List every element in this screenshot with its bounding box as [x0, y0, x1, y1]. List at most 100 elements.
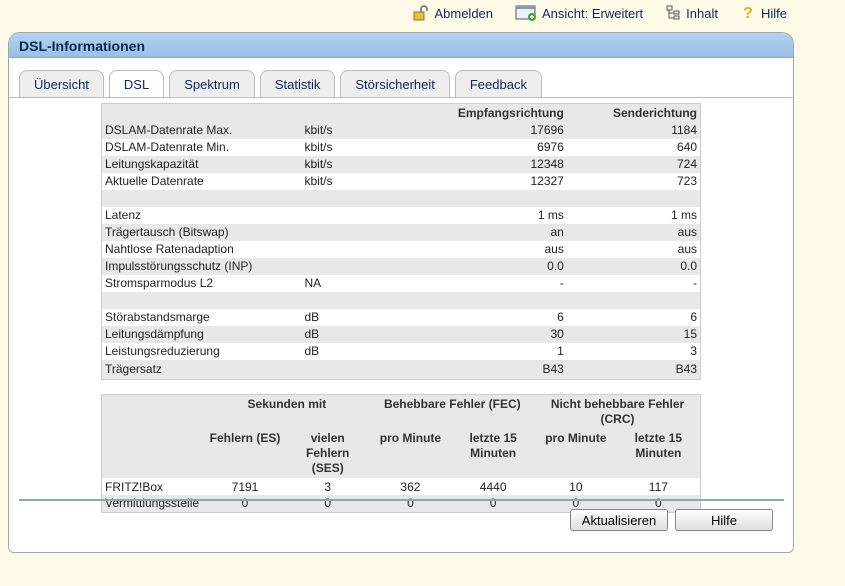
row-upstream: 1184: [671, 123, 697, 137]
row-label: [102, 292, 302, 309]
row-label: FRITZ!Box: [105, 479, 164, 494]
table-row: [101, 189, 701, 207]
tab-3[interactable]: Statistik: [259, 70, 336, 97]
row-label: Leistungsreduzierung: [105, 344, 220, 358]
row-downstream: 17696: [530, 123, 564, 137]
row-upstream: -: [693, 276, 697, 290]
top-navigation: Abmelden Ansicht: Erweitert Inhalt ? Hilf…: [413, 5, 787, 22]
tab-5[interactable]: Feedback: [454, 70, 542, 97]
row-downstream: 12327: [530, 174, 564, 188]
table-row: FRITZ!Box 7191 3 362 4440 10 117: [101, 478, 701, 495]
row-upstream: B43: [675, 362, 697, 377]
row-unit: kbit/s: [304, 140, 333, 154]
cell-value: 7191: [231, 479, 259, 494]
row-downstream: B43: [542, 362, 564, 377]
cell-value: 0: [324, 496, 332, 511]
error-stats-table: Sekunden mit Behebbare Fehler (FEC) Nicht …: [101, 394, 701, 513]
row-upstream: [567, 292, 701, 309]
table-row: Störabstandsmarge dB 6 6: [102, 309, 701, 326]
row-upstream: 724: [676, 157, 697, 171]
row-upstream: 15: [683, 327, 697, 341]
row-label: Latenz: [105, 208, 142, 222]
table-row: Impulsstörungsschutz (INP) 0.0 0.0: [101, 257, 701, 275]
row-unit: dB: [304, 344, 320, 358]
row-downstream: 30: [550, 327, 564, 341]
cell-value: 0: [407, 496, 414, 511]
table-row: DSLAM-Datenrate Min. kbit/s 6976 640: [102, 139, 701, 156]
row-label: Aktuelle Datenrate: [105, 174, 204, 188]
sitemap-icon: [665, 5, 681, 21]
row-unit: kbit/s: [304, 174, 333, 188]
cell-value: 3: [324, 479, 332, 494]
row-unit: [302, 360, 402, 380]
cell-value: 117: [648, 479, 668, 494]
table-row: Stromsparmodus L2 NA - -: [102, 275, 701, 292]
group-header-seconds: Sekunden mit: [247, 397, 327, 411]
sub-header: vielen Fehlern (SES): [306, 431, 350, 475]
view-link[interactable]: Ansicht: Erweitert: [515, 5, 643, 21]
row-label: Trägersatz: [105, 362, 162, 377]
row-unit: kbit/s: [304, 123, 333, 137]
table-row: Trägertausch (Bitswap) an aus: [101, 223, 701, 241]
row-unit: kbit/s: [304, 157, 333, 171]
row-label: Vermittlungsstelle: [105, 496, 200, 511]
row-label: Nahtlose Ratenadaption: [105, 242, 234, 256]
row-upstream: 6: [690, 310, 697, 324]
sub-header: pro Minute: [379, 431, 442, 445]
row-downstream: an: [550, 225, 564, 239]
tab-1[interactable]: DSL: [108, 70, 165, 98]
row-unit: [302, 224, 402, 241]
help-button[interactable]: Hilfe: [675, 509, 773, 531]
tab-0[interactable]: Übersicht: [19, 70, 104, 97]
group-header-crc: Nicht behebbare Fehler (CRC): [550, 397, 685, 426]
table-row: Leistungsreduzierung dB 1 3: [102, 343, 701, 360]
row-upstream: aus: [677, 242, 697, 256]
view-window-icon: [515, 5, 537, 21]
row-label: Stromsparmodus L2: [105, 276, 214, 290]
help-link[interactable]: ? Hilfe: [740, 5, 787, 22]
row-unit: dB: [304, 310, 320, 324]
row-upstream: 640: [676, 140, 697, 154]
tab-content: Empfangsrichtung Senderichtung DSLAM-Date…: [9, 97, 793, 552]
row-downstream: 6976: [537, 140, 564, 154]
help-question-icon: ?: [743, 5, 753, 22]
row-label: Trägertausch (Bitswap): [105, 225, 229, 239]
table-row: Leitungsdämpfung dB 30 15: [101, 325, 701, 343]
row-label: DSLAM-Datenrate Min.: [105, 140, 230, 154]
row-label: Leitungsdämpfung: [105, 327, 204, 341]
logout-link[interactable]: Abmelden: [413, 5, 493, 21]
row-label: Impulsstörungsschutz (INP): [105, 259, 253, 273]
group-header-fec: Behebbare Fehler (FEC): [383, 397, 521, 411]
table-row: DSLAM-Datenrate Max. kbit/s 17696 1184: [101, 121, 701, 139]
lock-icon: [413, 5, 429, 21]
tab-4[interactable]: Störsicherheit: [340, 70, 450, 97]
row-upstream: [567, 190, 701, 207]
cell-value: 0: [489, 496, 497, 511]
table-row: Trägersatz B43 B43: [101, 359, 701, 380]
row-downstream: 1 ms: [537, 208, 564, 222]
header-upstream: Senderichtung: [612, 105, 697, 120]
row-label: [102, 190, 302, 207]
cell-value: 4440: [479, 479, 507, 494]
tab-2[interactable]: Spektrum: [169, 70, 255, 97]
refresh-button[interactable]: Aktualisieren: [570, 509, 668, 531]
cell-value: 362: [400, 479, 421, 494]
row-label: DSLAM-Datenrate Max.: [105, 123, 233, 137]
table-row: Latenz 1 ms 1 ms: [102, 207, 701, 224]
sub-header: Fehlern (ES): [209, 431, 281, 445]
table-row: [101, 291, 701, 309]
row-upstream: 723: [676, 174, 697, 188]
row-label: Leitungskapazität: [105, 157, 199, 171]
row-unit: [302, 207, 402, 224]
row-upstream: 1 ms: [670, 208, 697, 222]
row-downstream: 12348: [530, 157, 564, 171]
cell-value: 0: [241, 496, 249, 511]
row-upstream: 3: [690, 344, 697, 358]
row-upstream: aus: [677, 225, 697, 239]
table-row: Nahtlose Ratenadaption aus aus: [102, 241, 701, 258]
row-unit: [302, 292, 402, 309]
table-row: Leitungskapazität kbit/s 12348 724: [101, 155, 701, 173]
contents-link[interactable]: Inhalt: [665, 5, 718, 21]
row-downstream: 1: [557, 344, 564, 358]
row-unit: [302, 241, 402, 258]
